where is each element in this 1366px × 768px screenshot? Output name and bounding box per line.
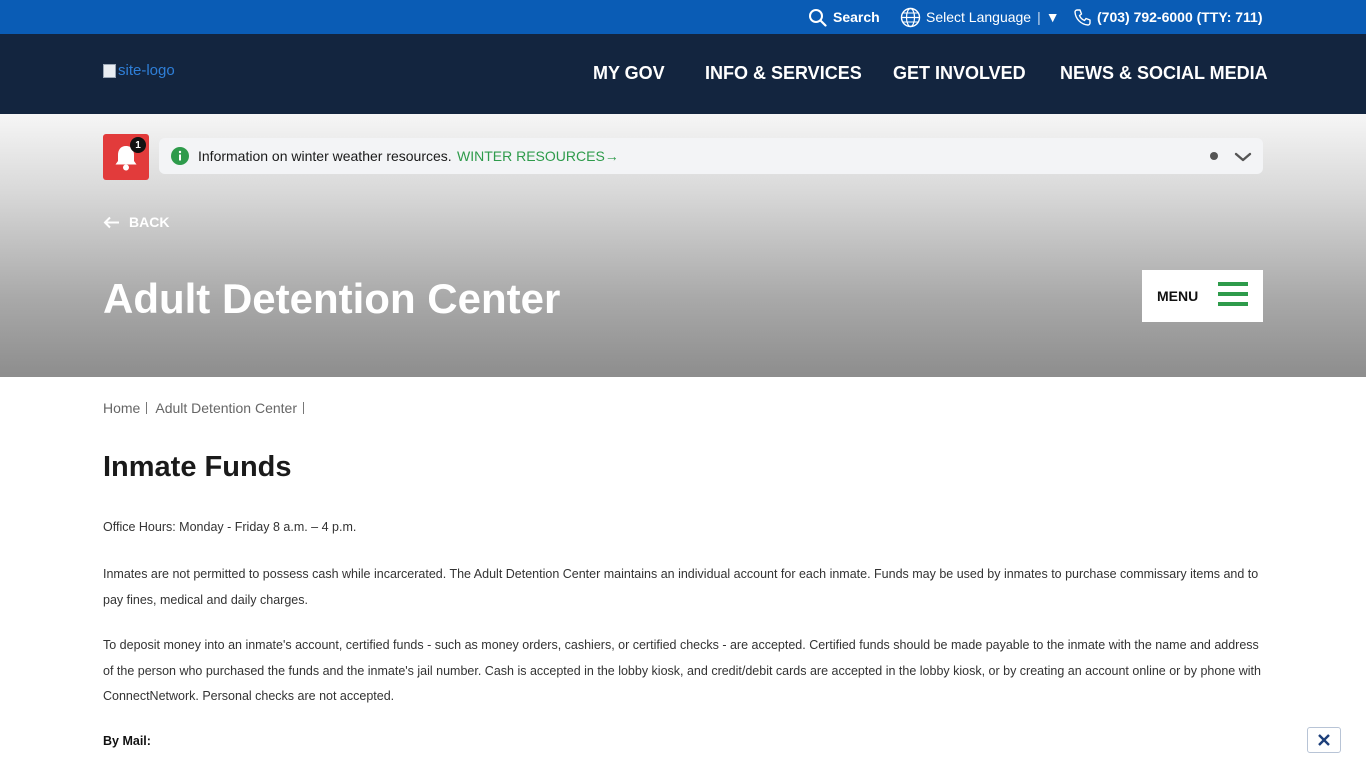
nav-my-gov[interactable]: MY GOV xyxy=(593,63,665,84)
language-label: Select Language xyxy=(926,9,1032,25)
inmate-funds-paragraph: Inmates are not permitted to possess cas… xyxy=(103,567,1259,607)
alert-count-badge: 1 xyxy=(130,137,146,153)
back-link[interactable]: BACK xyxy=(103,214,169,230)
language-separator: | xyxy=(1037,9,1041,25)
by-mail-heading: By Mail: xyxy=(103,734,151,748)
phone-link[interactable]: (703) 792-6000 (TTY: 711) xyxy=(1073,0,1263,34)
hamburger-icon xyxy=(1218,282,1248,312)
breadcrumb-separator xyxy=(303,402,304,414)
info-icon xyxy=(171,147,189,170)
nav-get-involved[interactable]: GET INVOLVED xyxy=(893,63,1026,84)
arrow-left-icon xyxy=(103,216,119,228)
phone-icon xyxy=(1073,8,1092,27)
search-icon xyxy=(808,8,827,27)
close-icon xyxy=(1318,734,1330,746)
deposit-paragraph: To deposit money into an inmate's accoun… xyxy=(103,638,1261,703)
globe-icon xyxy=(900,7,921,28)
breadcrumb-home[interactable]: Home xyxy=(103,400,140,416)
search-button[interactable]: Search xyxy=(808,0,880,34)
chevron-down-icon: ▼ xyxy=(1045,9,1060,25)
site-logo[interactable]: site-logo xyxy=(103,62,175,79)
alert-message: Information on winter weather resources. xyxy=(198,148,452,164)
breadcrumb-adult-detention-center[interactable]: Adult Detention Center xyxy=(155,400,297,416)
site-logo-alt: site-logo xyxy=(118,62,175,79)
phone-number: (703) 792-6000 (TTY: 711) xyxy=(1097,9,1263,25)
breadcrumb-separator xyxy=(146,402,148,414)
close-button[interactable] xyxy=(1307,727,1341,753)
page-title: Adult Detention Center xyxy=(103,275,561,322)
section-title: Inmate Funds xyxy=(103,451,292,483)
winter-resources-label: WINTER RESOURCES xyxy=(457,148,605,164)
search-label: Search xyxy=(833,9,880,25)
language-select[interactable]: Select Language | ▼ xyxy=(900,0,1060,34)
alert-pager-dot[interactable] xyxy=(1210,152,1218,160)
arrow-right-icon: → xyxy=(604,148,619,164)
nav-news-social-media[interactable]: NEWS & SOCIAL MEDIA xyxy=(1060,63,1268,84)
menu-label: MENU xyxy=(1157,288,1199,304)
winter-resources-link[interactable]: WINTER RESOURCES→ xyxy=(457,148,619,164)
office-hours-text: Office Hours: Monday - Friday 8 a.m. – 4… xyxy=(103,520,357,534)
chevron-down-icon[interactable] xyxy=(1234,150,1252,168)
back-label: BACK xyxy=(129,214,170,230)
nav-info-services[interactable]: INFO & SERVICES xyxy=(705,63,862,84)
broken-image-icon xyxy=(103,63,116,78)
breadcrumb: Home Adult Detention Center xyxy=(103,400,312,416)
